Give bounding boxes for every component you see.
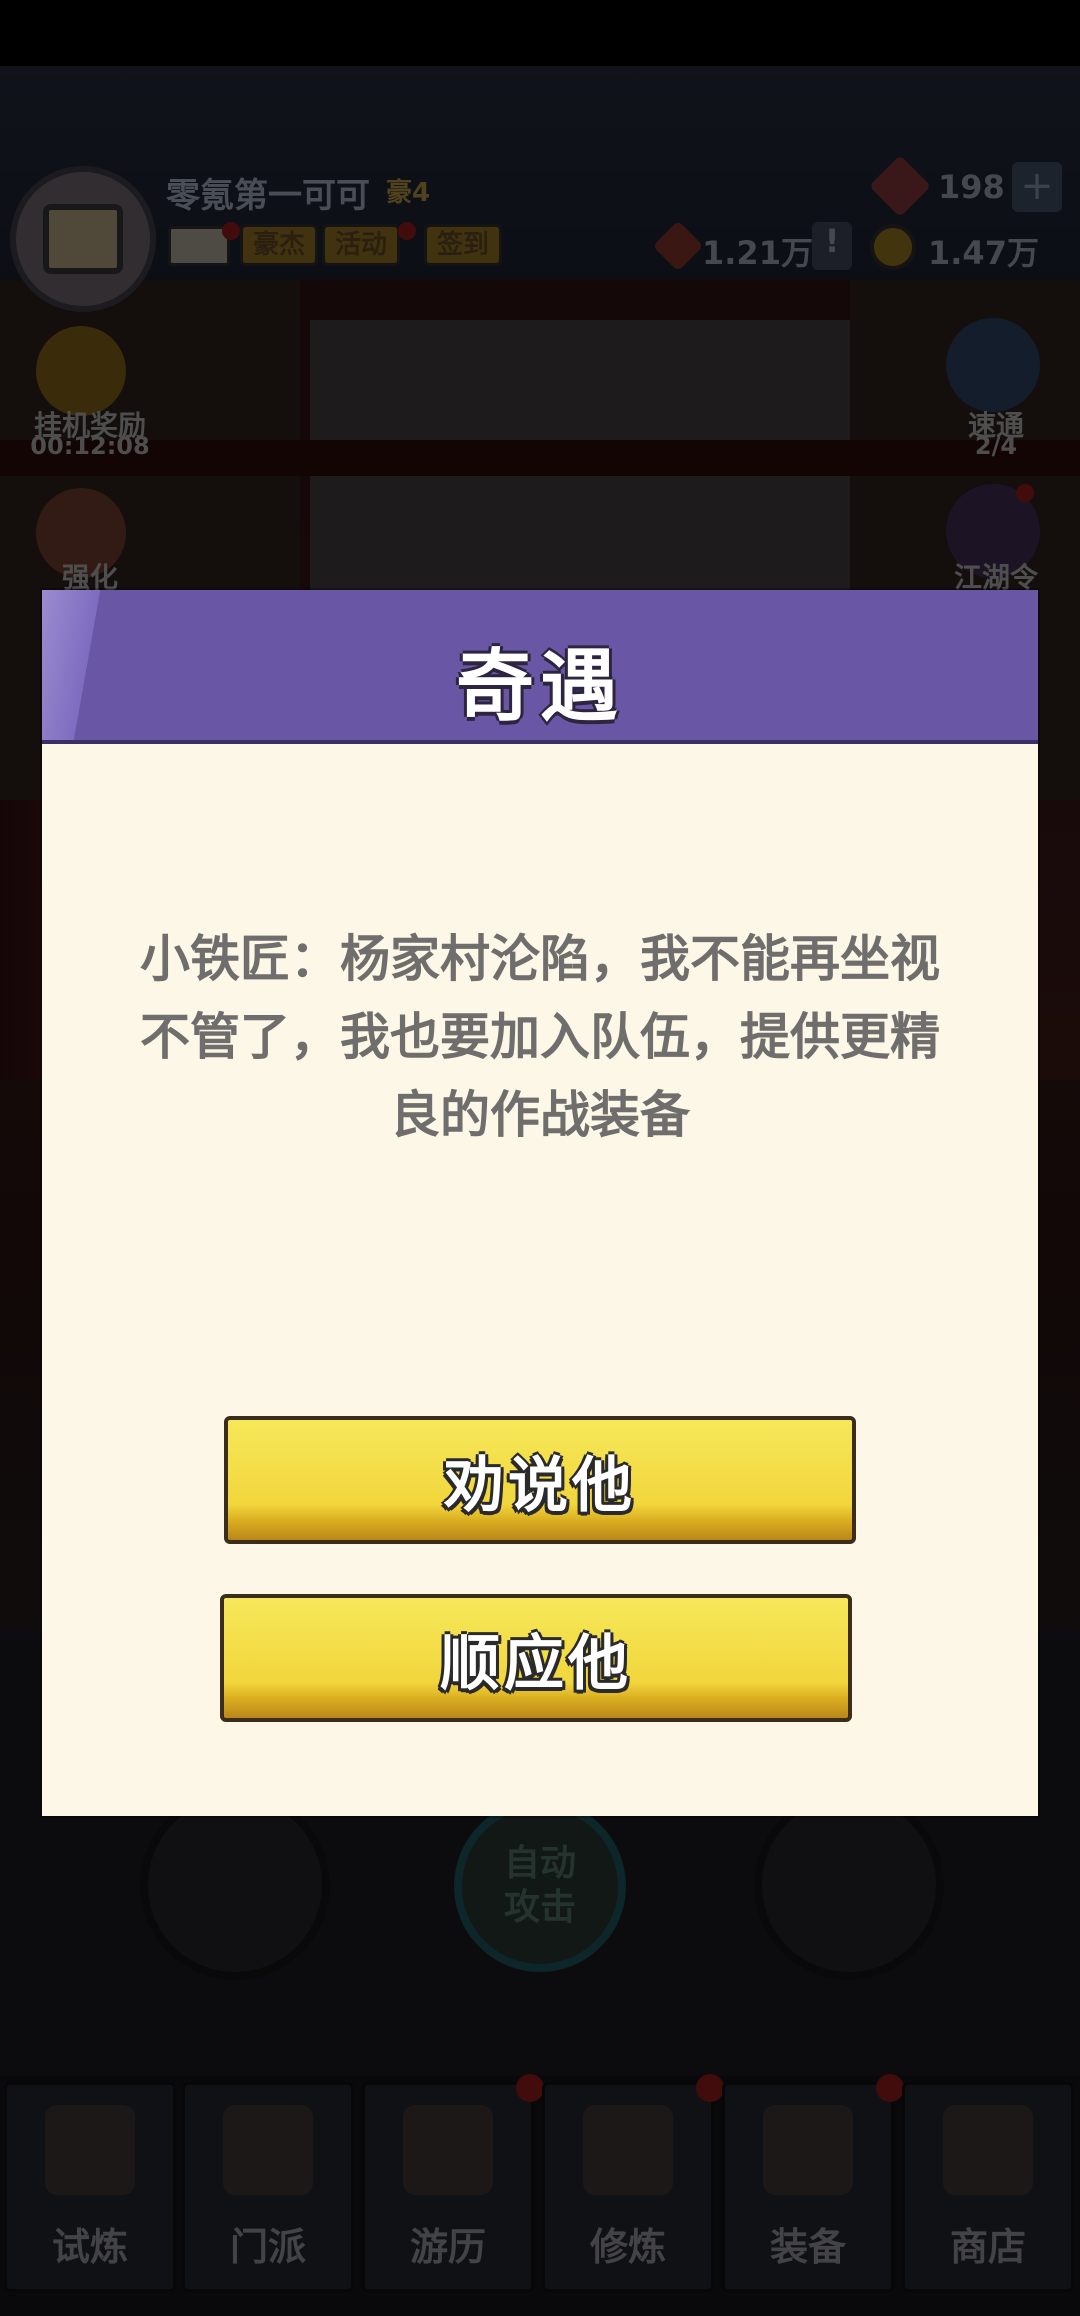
tab-label: 门派: [229, 2225, 306, 2269]
move-right-button[interactable]: [754, 1790, 944, 1980]
auto-attack-button[interactable]: 自动 攻击: [454, 1800, 626, 1972]
avatar[interactable]: [10, 166, 156, 312]
game-screen: 零氪第一可可 豪4 豪杰 活动 签到 198 + 1.21万 ! 1.47万 挂…: [0, 0, 1080, 2316]
speedrun-icon[interactable]: [946, 318, 1040, 412]
move-left-button[interactable]: [140, 1790, 330, 1980]
heroes-button[interactable]: 豪杰: [240, 224, 319, 266]
dialog-message: 小铁匠：杨家村沦陷，我不能再坐视不管了，我也要加入队伍，提供更精良的作战装备: [140, 930, 940, 1144]
notification-dot: [696, 2074, 724, 2102]
tab-cultivation[interactable]: 修炼: [542, 2082, 714, 2292]
add-gems-button[interactable]: +: [1012, 162, 1062, 212]
encounter-dialog: 奇遇 小铁匠：杨家村沦陷，我不能再坐视不管了，我也要加入队伍，提供更精良的作战装…: [42, 590, 1038, 1816]
tab-sect[interactable]: 门派: [182, 2082, 354, 2292]
notification-dot: [1016, 484, 1034, 502]
auto-attack-label: 自动 攻击: [503, 1843, 576, 1928]
tab-equipment[interactable]: 装备: [722, 2082, 894, 2292]
player-name: 零氪第一可可: [166, 176, 370, 216]
tab-travel[interactable]: 游历: [362, 2082, 534, 2292]
temple-icon: [223, 2105, 313, 2195]
comply-label: 顺应他: [440, 1628, 632, 1699]
status-bar: [0, 0, 1080, 66]
dialog-title: 奇遇: [455, 642, 624, 732]
tab-label: 装备: [769, 2225, 846, 2269]
dialog-header: 奇遇: [42, 590, 1038, 744]
persuade-button[interactable]: 劝说他: [224, 1416, 856, 1544]
scroll-icon: [583, 2105, 673, 2195]
events-button[interactable]: 活动: [322, 224, 401, 266]
tab-label: 商店: [949, 2225, 1026, 2269]
comply-button[interactable]: 顺应他: [220, 1594, 852, 1722]
landscape-icon: [403, 2105, 493, 2195]
mail-icon[interactable]: [168, 226, 230, 266]
tab-label: 游历: [409, 2225, 486, 2269]
tab-trial[interactable]: 试炼: [4, 2082, 176, 2292]
coin-count: 1.47万: [928, 234, 1039, 272]
notification-dot: [398, 222, 416, 240]
sword-icon: [763, 2105, 853, 2195]
checkin-button[interactable]: 签到: [424, 224, 503, 266]
tab-label: 修炼: [589, 2225, 666, 2269]
info-button[interactable]: !: [812, 222, 852, 270]
notification-dot: [876, 2074, 904, 2102]
token-count: 1.21万: [702, 234, 813, 272]
notification-dot: [516, 2074, 544, 2102]
coin-icon: [870, 224, 916, 270]
notification-dot: [222, 222, 240, 240]
vip-level: 豪4: [386, 178, 431, 208]
speedrun-progress: 2/4: [974, 432, 1018, 460]
idle-reward-timer: 00:12:08: [30, 432, 150, 460]
chest-icon: [43, 204, 123, 274]
shop-icon: [943, 2105, 1033, 2195]
tab-shop[interactable]: 商店: [902, 2082, 1074, 2292]
gem-count: 198: [938, 168, 1005, 206]
ninja-icon: [45, 2105, 135, 2195]
persuade-label: 劝说他: [444, 1450, 636, 1521]
tab-label: 试炼: [51, 2225, 128, 2269]
treasure-chest-icon[interactable]: [36, 326, 126, 416]
